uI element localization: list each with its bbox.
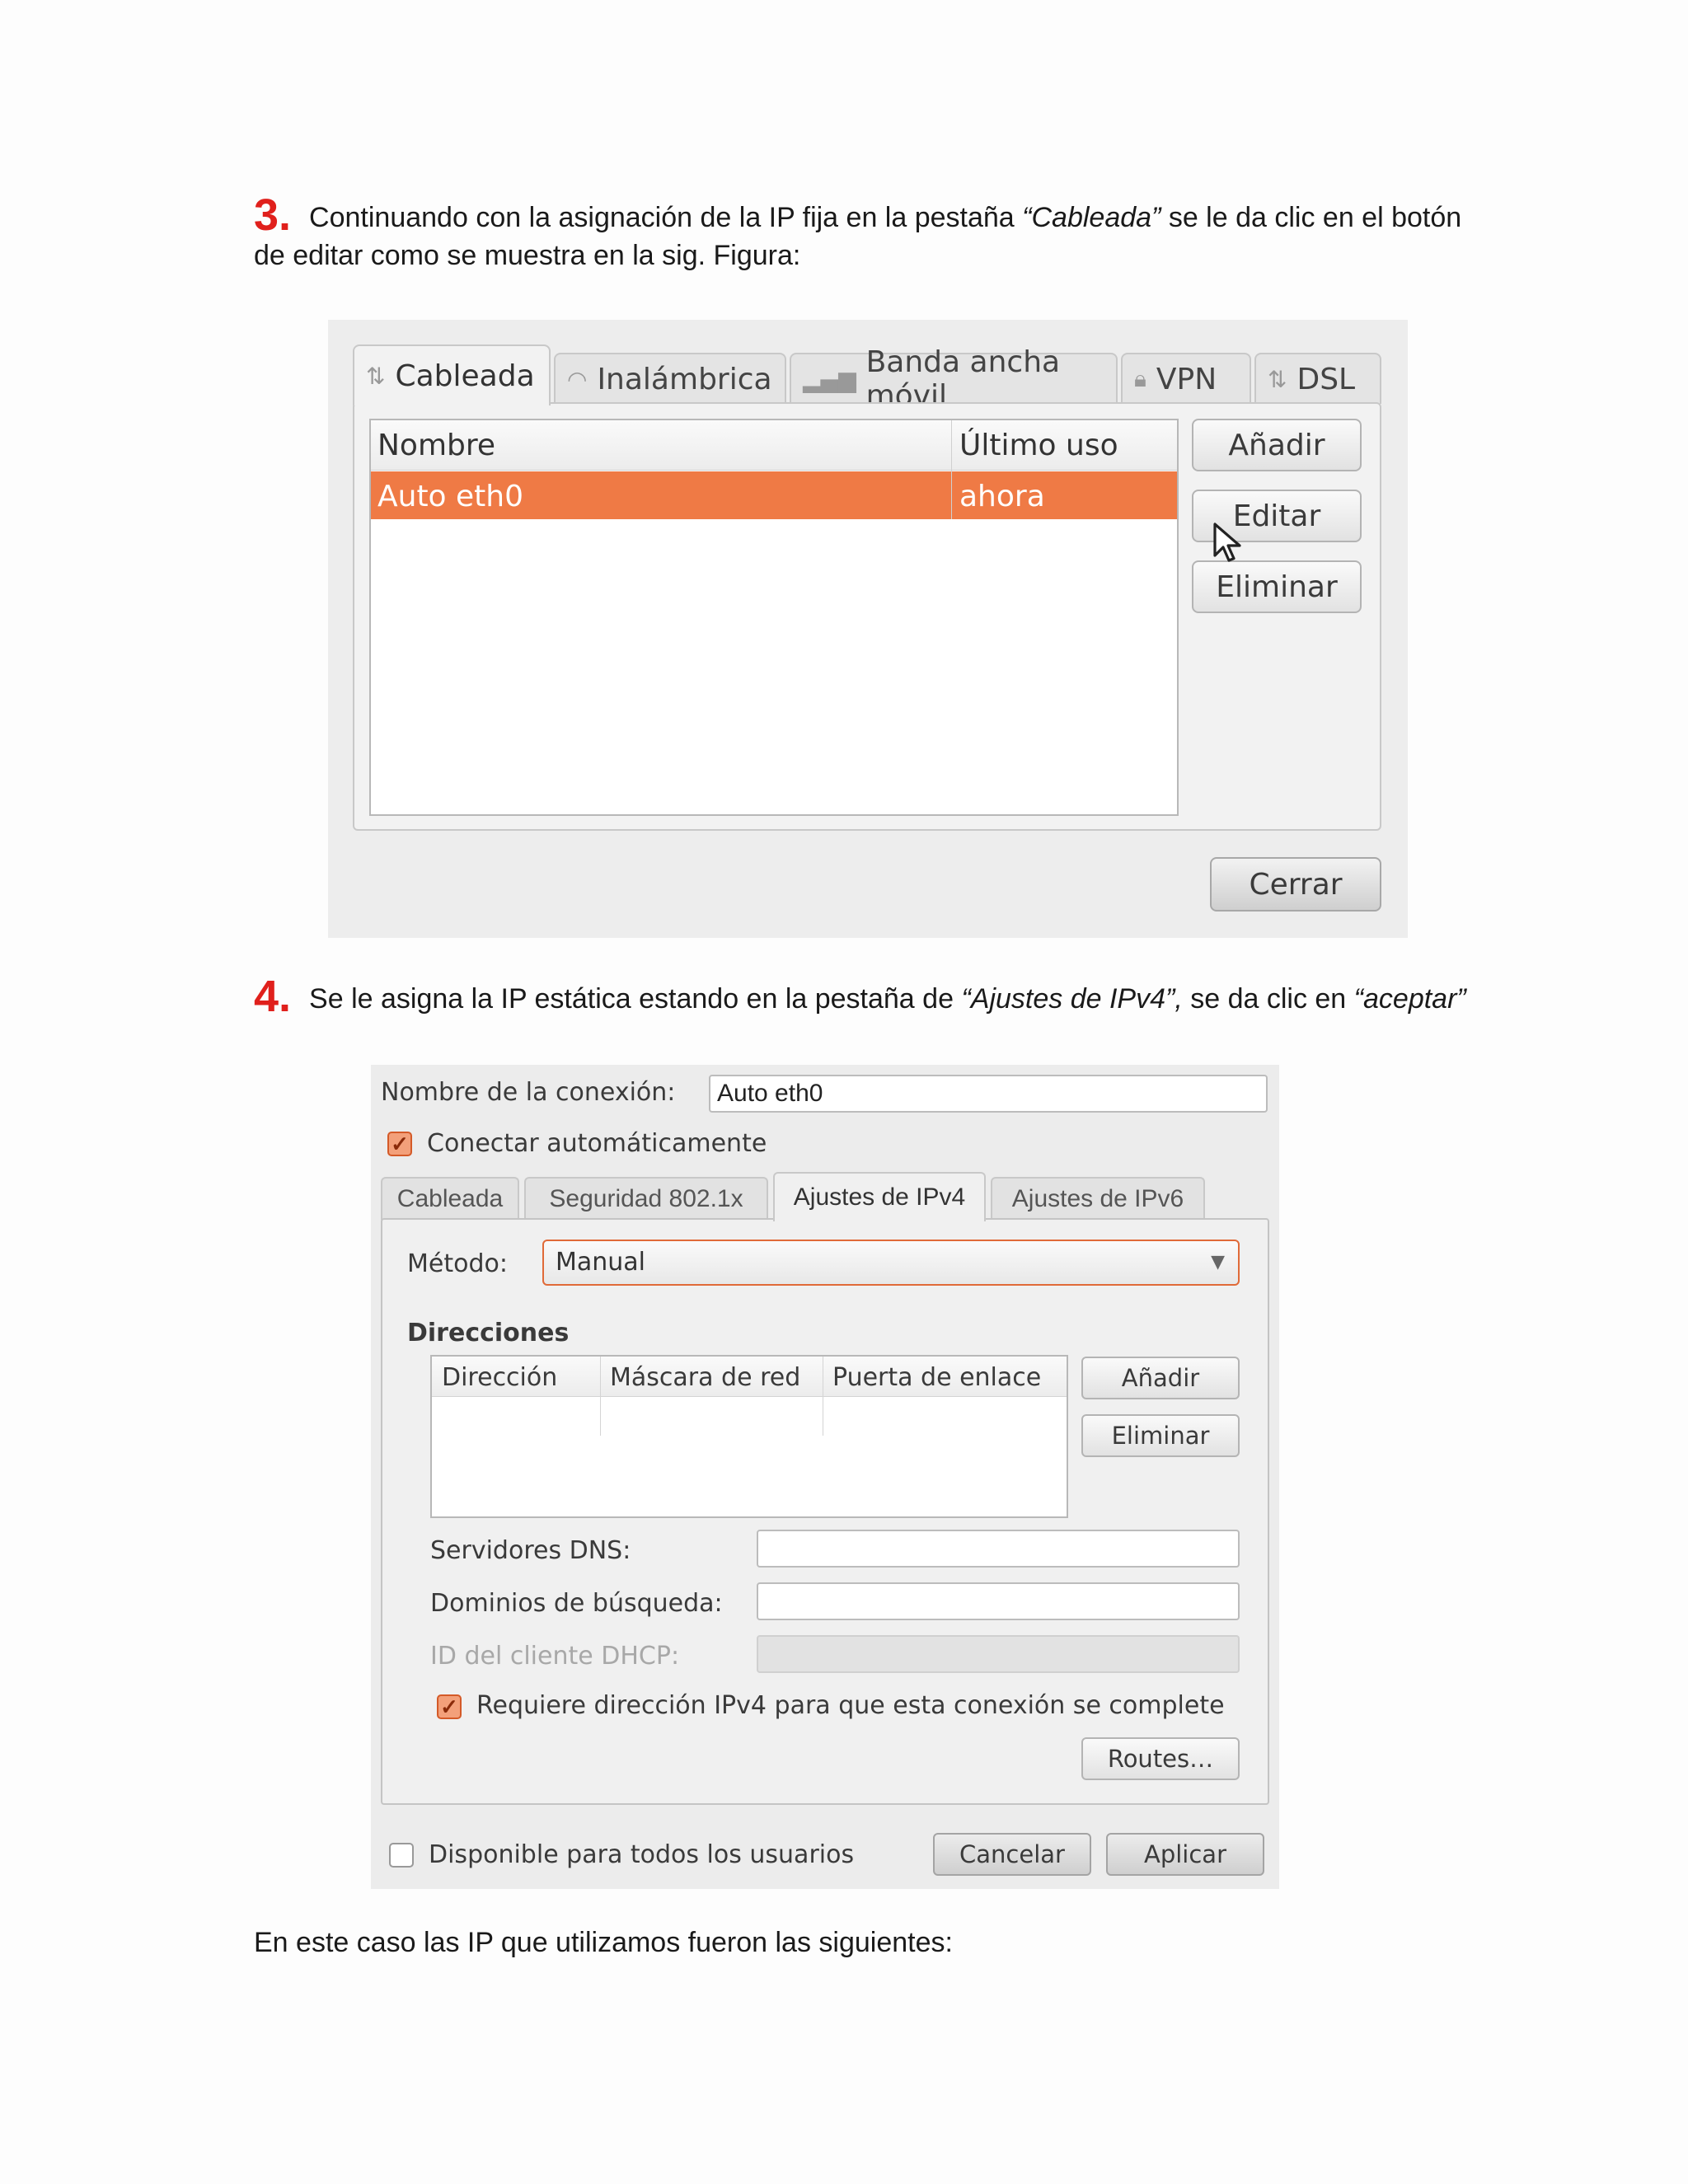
tab-name-emphasis: “Ajustes de IPv4”, [961,983,1183,1015]
cancel-button[interactable]: Cancelar [933,1833,1091,1876]
method-value: Manual [556,1248,646,1277]
step-number: 3. [254,190,292,240]
step-text: Se le asigna la IP estática estando en l… [309,983,962,1015]
tab-cableada[interactable]: ⇅ Cableada [353,344,551,405]
tab-cableada[interactable]: Cableada [381,1177,519,1220]
connection-name: Auto eth0 [377,480,524,513]
column-divider [951,420,952,519]
add-address-button[interactable]: Añadir [1081,1357,1240,1399]
tab-label: DSL [1296,362,1356,396]
dns-label: Servidores DNS: [430,1536,631,1565]
step-text-middle: se da clic en [1182,983,1354,1015]
dns-field[interactable] [757,1530,1240,1568]
column-divider [600,1357,601,1436]
search-domains-field[interactable] [757,1582,1240,1620]
closing-text: En este caso las IP que utilizamos fuero… [254,1927,953,1958]
connections-panel: Nombre Último uso Auto eth0 ahora Añadir… [353,402,1381,831]
addresses-heading: Direcciones [407,1319,570,1347]
tab-label: Cableada [395,359,535,393]
dsl-icon: ⇅ [1268,365,1287,393]
connection-name-field[interactable]: Auto eth0 [709,1075,1268,1113]
tab-inalambrica[interactable]: ◠ Inalámbrica [554,353,786,404]
dhcp-client-id-label: ID del cliente DHCP: [430,1642,680,1671]
network-connections-screenshot: ⇅ Cableada ◠ Inalámbrica ▂▄▆ Banda ancha mó… [328,320,1408,938]
addresses-table[interactable]: Dirección Máscara de red Puerta de enlac… [430,1355,1068,1518]
search-domains-label: Dominios de búsqueda: [430,1589,723,1618]
tab-label: Inalámbrica [597,362,772,396]
tab-dsl[interactable]: ⇅ DSL [1254,353,1381,404]
auto-connect-label: Conectar automáticamente [427,1129,767,1158]
tab-name-emphasis: “Cableada” [1022,202,1161,233]
delete-address-button[interactable]: Eliminar [1081,1414,1240,1457]
wifi-icon: ◠ [567,365,588,393]
column-header-netmask[interactable]: Máscara de red [610,1363,800,1392]
method-select[interactable]: Manual ▼ [542,1240,1240,1286]
connection-last-used: ahora [959,480,1045,513]
routes-button[interactable]: Routes… [1081,1737,1240,1780]
wired-icon: ⇅ [366,362,386,390]
tab-banda-ancha[interactable]: ▂▄▆ Banda ancha móvil [790,345,1118,413]
column-header-address[interactable]: Dirección [442,1363,557,1392]
signal-bars-icon: ▂▄▆ [803,365,856,393]
apply-button[interactable]: Aplicar [1106,1833,1264,1876]
require-ipv4-label: Requiere dirección IPv4 para que esta co… [476,1691,1225,1720]
connections-list[interactable]: Nombre Último uso Auto eth0 ahora [369,419,1179,816]
table-header: Dirección Máscara de red Puerta de enlac… [432,1357,1067,1397]
close-button[interactable]: Cerrar [1210,857,1381,912]
tab-label: VPN [1156,362,1217,396]
connection-name-label: Nombre de la conexión: [381,1078,676,1107]
tab-ajustes-ipv4[interactable]: Ajustes de IPv4 [773,1172,986,1221]
step-3-instruction: 3. Continuando con la asignación de la IP… [254,193,1490,274]
tab-seguridad[interactable]: Seguridad 802.1x [524,1177,768,1220]
dhcp-client-id-field [757,1635,1240,1673]
all-users-checkbox[interactable] [389,1843,414,1868]
dropdown-arrow-icon: ▼ [1211,1252,1225,1272]
auto-connect-checkbox[interactable]: ✓ [387,1132,412,1156]
column-header-name[interactable]: Nombre [377,429,495,462]
column-header-gateway[interactable]: Puerta de enlace [832,1363,1041,1392]
delete-button[interactable]: Eliminar [1192,560,1362,613]
require-ipv4-checkbox[interactable]: ✓ [437,1694,462,1719]
add-button[interactable]: Añadir [1192,419,1362,471]
action-emphasis: “aceptar” [1353,983,1466,1015]
tab-ajustes-ipv6[interactable]: Ajustes de IPv6 [991,1177,1205,1220]
method-label: Método: [407,1249,508,1278]
all-users-label: Disponible para todos los usuarios [429,1840,855,1869]
step-text: Continuando con la asignación de la IP f… [309,202,1023,233]
lock-icon: 🔒︎ [1134,365,1146,392]
step-4-instruction: 4. Se le asigna la IP estática estando en… [254,974,1490,1019]
tab-vpn[interactable]: 🔒︎ VPN [1121,353,1251,404]
mouse-pointer-icon [1213,523,1241,562]
column-header-last-used[interactable]: Último uso [959,429,1118,462]
list-item-selected[interactable]: Auto eth0 ahora [371,471,1177,519]
step-number: 4. [254,972,292,1021]
list-header: Nombre Último uso [371,420,1177,471]
